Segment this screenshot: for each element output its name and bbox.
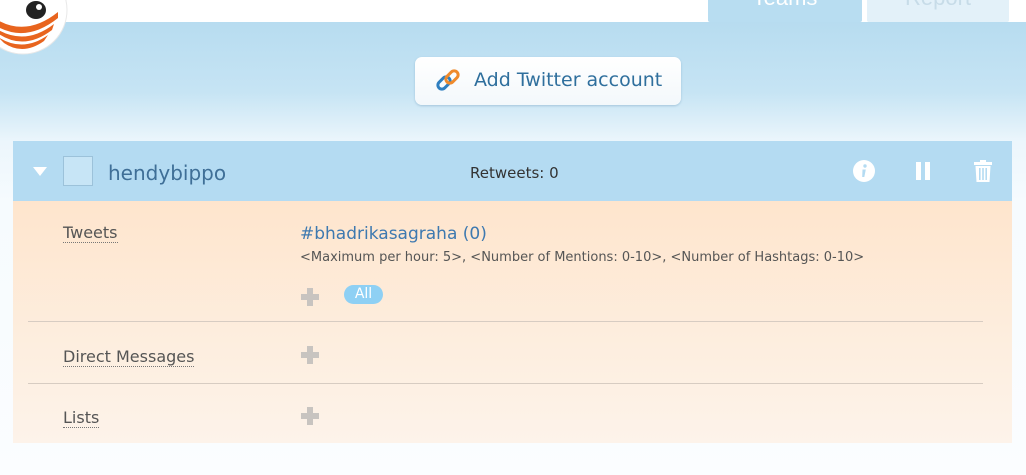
tab-teams-label: Teams (708, 0, 862, 9)
account-name[interactable]: hendybippo (108, 161, 226, 185)
pause-icon[interactable] (911, 159, 935, 183)
tab-report[interactable]: Report (867, 0, 1009, 22)
hashtag-link[interactable]: #bhadrikasagraha (0) (300, 224, 487, 244)
retweets-count: Retweets: 0 (470, 164, 559, 182)
caret-down-icon[interactable] (33, 167, 47, 177)
lists-label[interactable]: Lists (63, 409, 100, 428)
add-twitter-account-label: Add Twitter account (474, 69, 663, 91)
logo-icon (0, 0, 68, 55)
add-twitter-account-button[interactable]: Add Twitter account (415, 57, 681, 105)
divider (28, 383, 983, 384)
add-list-rule-icon[interactable] (300, 406, 320, 426)
tweets-label[interactable]: Tweets (63, 224, 118, 243)
all-badge[interactable]: All (344, 285, 383, 304)
account-rules: Tweets #bhadrikasagraha (0) <Maximum per… (13, 201, 1012, 443)
account-header: hendybippo Retweets: 0 (13, 141, 1012, 201)
trash-icon[interactable] (971, 159, 995, 183)
tab-teams[interactable]: Teams (708, 0, 862, 22)
tab-report-label: Report (867, 0, 1009, 9)
add-dm-rule-icon[interactable] (300, 345, 320, 365)
account-checkbox[interactable] (63, 156, 93, 186)
link-icon (436, 69, 460, 91)
divider (28, 321, 983, 322)
tweet-limits: <Maximum per hour: 5>, <Number of Mentio… (300, 250, 865, 265)
account-panel: hendybippo Retweets: 0 Tweets #bhadrikas… (13, 141, 1012, 443)
direct-messages-label[interactable]: Direct Messages (63, 348, 195, 367)
add-tweet-rule-icon[interactable] (300, 287, 320, 307)
info-icon[interactable] (852, 159, 876, 183)
